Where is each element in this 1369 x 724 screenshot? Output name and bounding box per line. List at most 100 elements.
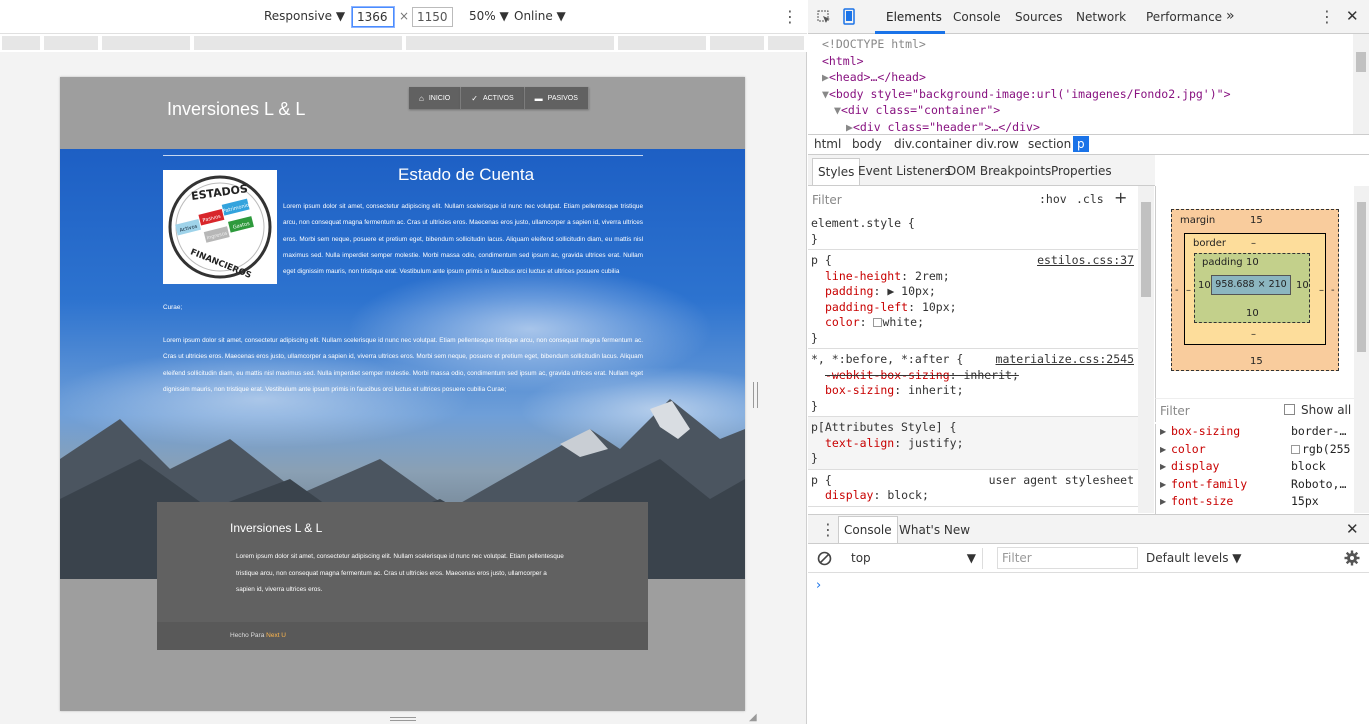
media-query-ruler[interactable] (0, 34, 807, 52)
expand-arrow-icon[interactable]: ▶ (822, 70, 829, 84)
tab-console[interactable]: Console (953, 10, 1001, 24)
tab-sources[interactable]: Sources (1015, 10, 1062, 24)
dom-node[interactable]: ▼<div class="container"> (822, 103, 1369, 120)
dom-node[interactable]: <html> (822, 54, 1369, 71)
rule-user-agent[interactable]: user agent stylesheet p { display: block… (808, 470, 1138, 507)
breadcrumb-html[interactable]: html (814, 137, 841, 151)
height-input[interactable]: 1150 (412, 7, 453, 27)
expand-arrow-icon[interactable]: ▶ (1160, 480, 1166, 489)
nav-activos-button[interactable]: ✓ ACTIVOS (461, 87, 525, 109)
computed-row[interactable]: ▶ font-family Roboto,… (1156, 477, 1354, 495)
style-declaration[interactable]: display: block; (811, 488, 1138, 504)
default-levels-select[interactable]: Default levels ▼ (1146, 551, 1242, 565)
rule-universal[interactable]: materialize.css:2545 *, *:before, *:afte… (808, 349, 1138, 417)
expand-arrow-icon[interactable]: ▶ (1160, 497, 1166, 506)
breadcrumb-section[interactable]: section (1028, 137, 1071, 151)
style-declaration[interactable]: padding: ▶ 10px; (811, 284, 1138, 300)
cls-toggle[interactable]: .cls (1076, 192, 1104, 206)
subtab-event-listeners[interactable]: Event Listeners (858, 164, 951, 178)
resize-handle-bottom[interactable] (390, 717, 416, 721)
rule-source-link[interactable]: materialize.css:2545 (996, 352, 1134, 366)
devtools-menu-icon[interactable]: ⋮ (1319, 9, 1335, 25)
resize-corner-icon[interactable]: ◢ (749, 712, 757, 723)
box-model-content[interactable]: 958.688 × 210 (1211, 275, 1291, 295)
scroll-thumb[interactable] (1356, 52, 1366, 72)
breadcrumb-p[interactable]: p (1073, 136, 1089, 152)
ruler-segment[interactable] (618, 36, 708, 50)
dom-scrollbar[interactable] (1353, 34, 1369, 134)
expand-arrow-icon[interactable]: ▶ (1160, 445, 1166, 454)
drawer-menu-icon[interactable]: ⋮ (820, 522, 836, 538)
scroll-thumb[interactable] (1357, 202, 1366, 352)
subtab-styles[interactable]: Styles (812, 158, 861, 185)
new-rule-icon[interactable]: + (1114, 188, 1127, 207)
drawer-tab-console[interactable]: Console (838, 516, 898, 543)
breadcrumb-body[interactable]: body (852, 137, 882, 151)
console-prompt[interactable]: › (816, 578, 821, 593)
breadcrumb-container[interactable]: div.container (894, 137, 972, 151)
context-select[interactable]: top ▼ (841, 548, 983, 569)
dom-node[interactable]: ▶<div class="header">…</div> (822, 120, 1369, 135)
console-filter-input[interactable]: Filter (997, 547, 1138, 569)
subtab-dom-breakpoints[interactable]: DOM Breakpoints (947, 164, 1051, 178)
ruler-segment[interactable] (2, 36, 42, 50)
zoom-select[interactable]: 50% ▼ (469, 9, 509, 23)
ruler-segment[interactable] (710, 36, 766, 50)
resize-handle-right[interactable] (753, 382, 758, 408)
tab-performance[interactable]: Performance (1146, 10, 1222, 24)
collapse-arrow-icon[interactable]: ▼ (822, 87, 829, 101)
styles-filter-input[interactable]: Filter (812, 193, 842, 207)
ruler-segment[interactable] (406, 36, 616, 50)
ruler-segment[interactable] (768, 36, 806, 50)
style-declaration[interactable]: padding-left: 10px; (811, 300, 1138, 316)
site-brand[interactable]: Inversiones L & L (167, 99, 305, 120)
close-icon[interactable]: ✕ (1346, 7, 1359, 25)
ruler-segment[interactable] (44, 36, 100, 50)
hov-toggle[interactable]: :hov (1039, 192, 1067, 206)
collapse-arrow-icon[interactable]: ▼ (834, 103, 841, 117)
style-declaration[interactable]: text-align: justify; (811, 436, 1138, 452)
more-tabs-icon[interactable]: » (1226, 8, 1235, 24)
inspect-element-icon[interactable] (817, 10, 831, 24)
more-options-icon[interactable]: ⋮ (782, 9, 798, 25)
clear-console-icon[interactable] (817, 551, 832, 566)
network-select[interactable]: Online ▼ (514, 9, 566, 23)
rule-p[interactable]: estilos.css:37 p { line-height: 2rem; pa… (808, 250, 1138, 349)
dom-node[interactable]: ▶<head>…</head> (822, 70, 1369, 87)
style-declaration[interactable]: color: white; (811, 315, 1138, 331)
nav-pasivos-button[interactable]: ▬ PASIVOS (524, 87, 589, 109)
nav-inicio-button[interactable]: ⌂ INICIO (409, 87, 462, 109)
tab-network[interactable]: Network (1076, 10, 1126, 24)
box-model-border[interactable]: border – – – – padding 10 10 10 10 958.6… (1184, 233, 1326, 345)
show-all-checkbox[interactable] (1284, 404, 1295, 415)
rule-element-style[interactable]: element.style { } (808, 213, 1138, 250)
dom-node[interactable]: <!DOCTYPE html> (822, 37, 1369, 54)
width-input[interactable]: 1366 (352, 7, 394, 27)
rule-source-link[interactable]: estilos.css:37 (1037, 253, 1134, 267)
dom-node[interactable]: ▼<body style="background-image:url('imag… (822, 87, 1369, 104)
device-select[interactable]: Responsive ▼ (264, 9, 345, 23)
expand-arrow-icon[interactable]: ▶ (1160, 462, 1166, 471)
breadcrumb-row[interactable]: div.row (976, 137, 1019, 151)
device-toolbar-icon[interactable] (843, 8, 855, 25)
computed-row[interactable]: ▶ box-sizing border-… (1156, 424, 1354, 442)
drawer-tab-whats-new[interactable]: What's New (899, 523, 970, 537)
styles-scrollbar[interactable] (1138, 186, 1154, 513)
color-swatch[interactable] (1291, 444, 1300, 454)
box-model-padding[interactable]: padding 10 10 10 10 958.688 × 210 (1194, 253, 1310, 323)
ruler-segment[interactable] (102, 36, 192, 50)
computed-scrollbar[interactable] (1354, 186, 1369, 513)
computed-row[interactable]: ▶ font-size 15px (1156, 494, 1354, 512)
rule-attributes-style[interactable]: p[Attributes Style] { text-align: justif… (808, 417, 1138, 470)
ruler-segment[interactable] (194, 36, 404, 50)
tab-elements[interactable]: Elements (886, 10, 942, 24)
close-drawer-icon[interactable]: ✕ (1346, 520, 1359, 538)
scroll-thumb[interactable] (1141, 202, 1151, 297)
computed-row[interactable]: ▶ color rgb(255 (1156, 442, 1354, 460)
style-declaration-overridden[interactable]: -webkit-box-sizing: inherit; (811, 368, 1138, 384)
console-settings-gear-icon[interactable] (1344, 550, 1360, 566)
computed-filter-input[interactable]: Filter (1160, 404, 1190, 418)
style-declaration[interactable]: box-sizing: inherit; (811, 383, 1138, 399)
expand-arrow-icon[interactable]: ▶ (846, 120, 853, 134)
style-declaration[interactable]: line-height: 2rem; (811, 269, 1138, 285)
